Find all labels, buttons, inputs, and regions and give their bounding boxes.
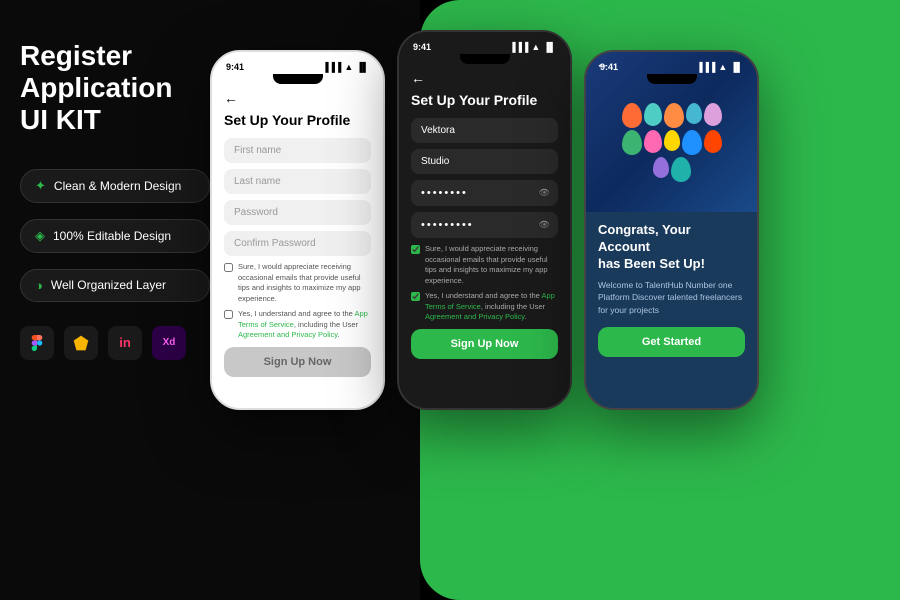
- phone1-signup-button[interactable]: Sign Up Now: [224, 347, 371, 377]
- phone2-back-button[interactable]: ←: [411, 70, 558, 86]
- phone1-checkbox-emails: Sure, I would appreciate receiving occas…: [224, 262, 371, 304]
- phone3-notch: [647, 74, 697, 84]
- phone2-title: Set Up Your Profile: [411, 92, 558, 108]
- phone1-password[interactable]: Password: [224, 200, 371, 225]
- phone2-first-name[interactable]: Vektora: [411, 118, 558, 143]
- phone1-checkbox-terms: Yes, I understand and agree to the App T…: [224, 309, 371, 341]
- phone1-status-icons: ▐▐▐ ▲ ▐▌: [322, 62, 369, 72]
- phone1-emails-text: Sure, I would appreciate receiving occas…: [238, 262, 371, 304]
- phone-mockup-2: 9:41 ▐▐▐ ▲ ▐▌ ← Set Up Your Profile Vekt…: [397, 30, 572, 410]
- xd-icon: Xd: [152, 326, 186, 360]
- phone2-status-bar: 9:41 ▐▐▐ ▲ ▐▌: [399, 36, 570, 54]
- left-panel: RegisterApplicationUI KIT ✦ Clean & Mode…: [0, 0, 220, 600]
- phone2-confirm-password[interactable]: •••••••••: [411, 212, 558, 238]
- phone1-emails-checkbox[interactable]: [224, 263, 233, 272]
- phone2-signup-button[interactable]: Sign Up Now: [411, 329, 558, 359]
- phone2-last-name[interactable]: Studio: [411, 149, 558, 174]
- phone1-terms-checkbox[interactable]: [224, 310, 233, 319]
- clean-design-icon: ✦: [35, 178, 46, 194]
- phone2-status-icons: ▐▐▐ ▲ ▐▌: [509, 42, 556, 52]
- phone3-get-started-button[interactable]: Get Started: [598, 327, 745, 357]
- phone-mockup-3: 9:41 ▐▐▐ ▲ ▐▌ ←: [584, 50, 759, 410]
- phone2-checkbox-terms: Yes, I understand and agree to the App T…: [411, 291, 558, 323]
- editable-icon: ◈: [35, 228, 45, 244]
- phone1-time: 9:41: [226, 62, 244, 72]
- organized-label: Well Organized Layer: [51, 278, 166, 292]
- phone1-first-name[interactable]: First name: [224, 138, 371, 163]
- phone2-confirm-wrapper: ••••••••• 👁: [411, 212, 558, 238]
- sketch-icon: [64, 326, 98, 360]
- feature-badge-organized: ◑ Well Organized Layer: [20, 269, 210, 302]
- phone1-notch: [273, 74, 323, 84]
- tool-icons-row: in Xd: [20, 326, 200, 360]
- phone3-back-button[interactable]: ←: [596, 56, 609, 71]
- phone2-password-wrapper: •••••••• 👁: [411, 180, 558, 206]
- phone1-content: ← Set Up Your Profile First name Last na…: [212, 84, 383, 387]
- phones-container: 9:41 ▐▐▐ ▲ ▐▌ ← Set Up Your Profile Firs…: [210, 20, 759, 410]
- phone3-congrats-title: Congrats, Your Accounthas Been Set Up!: [598, 222, 745, 273]
- phone2-confirm-toggle[interactable]: 👁: [539, 220, 550, 231]
- phone2-checkbox-emails: Sure, I would appreciate receiving occas…: [411, 244, 558, 286]
- phone3-status-bar: 9:41 ▐▐▐ ▲ ▐▌: [586, 56, 757, 74]
- phone2-emails-checkbox[interactable]: [411, 245, 420, 254]
- phone3-status-icons: ▐▐▐ ▲ ▐▌: [696, 62, 743, 72]
- phone2-content: ← Set Up Your Profile Vektora Studio •••…: [399, 64, 570, 369]
- phone2-emails-text: Sure, I would appreciate receiving occas…: [425, 244, 558, 286]
- figma-icon: [20, 326, 54, 360]
- phone1-title: Set Up Your Profile: [224, 112, 371, 128]
- phone-mockup-1: 9:41 ▐▐▐ ▲ ▐▌ ← Set Up Your Profile Firs…: [210, 50, 385, 410]
- phone1-last-name[interactable]: Last name: [224, 169, 371, 194]
- app-title: RegisterApplicationUI KIT: [20, 40, 200, 137]
- phone1-status-bar: 9:41 ▐▐▐ ▲ ▐▌: [212, 56, 383, 74]
- phone2-password[interactable]: ••••••••: [411, 180, 558, 206]
- feature-badge-editable: ◈ 100% Editable Design: [20, 219, 210, 253]
- phone2-notch: [460, 54, 510, 64]
- phone1-terms-text: Yes, I understand and agree to the App T…: [238, 309, 371, 341]
- feature-badge-clean: ✦ Clean & Modern Design: [20, 169, 210, 203]
- balloon-cluster: [617, 103, 727, 182]
- phone3-congrats-content: Congrats, Your Accounthas Been Set Up! W…: [586, 212, 757, 367]
- clean-design-label: Clean & Modern Design: [54, 179, 181, 193]
- phone2-time: 9:41: [413, 42, 431, 52]
- organized-icon: ◑: [35, 278, 43, 293]
- phone1-back-button[interactable]: ←: [224, 90, 371, 106]
- phone2-password-toggle[interactable]: 👁: [539, 188, 550, 199]
- phone3-welcome-text: Welcome to TalentHub Number one Platform…: [598, 279, 745, 317]
- editable-label: 100% Editable Design: [53, 229, 171, 243]
- phone2-terms-text: Yes, I understand and agree to the App T…: [425, 291, 558, 323]
- phone2-terms-checkbox[interactable]: [411, 292, 420, 301]
- phone1-confirm-password[interactable]: Confirm Password: [224, 231, 371, 256]
- invision-icon: in: [108, 326, 142, 360]
